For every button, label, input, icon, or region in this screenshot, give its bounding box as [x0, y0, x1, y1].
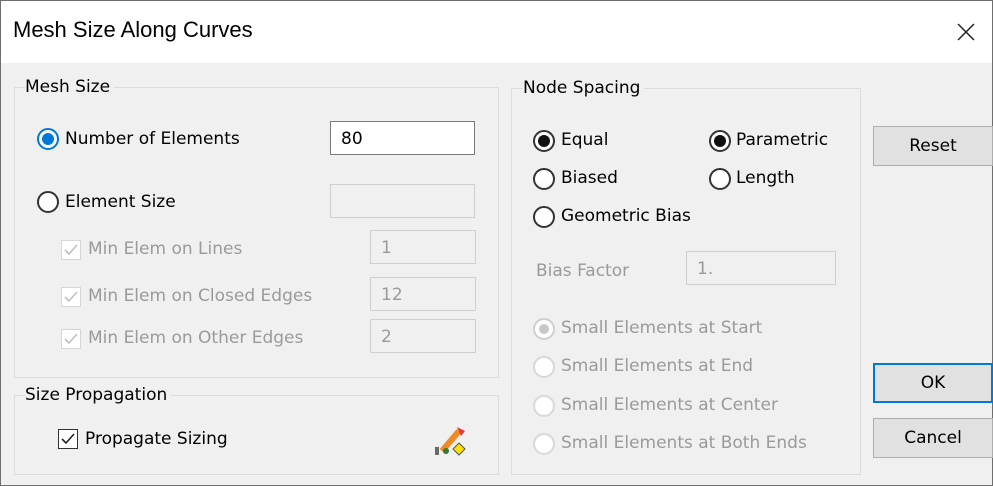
equal-radio[interactable]	[533, 130, 555, 152]
propagate-sizing-label: Propagate Sizing	[85, 429, 228, 449]
mesh-size-legend: Mesh Size	[25, 77, 115, 97]
checkmark-icon	[64, 244, 78, 256]
reset-button[interactable]: Reset	[873, 126, 993, 166]
parametric-radio[interactable]	[709, 130, 731, 152]
geometric-bias-radio[interactable]	[533, 206, 555, 228]
min-elem-closed-checkbox[interactable]	[61, 287, 81, 307]
element-size-label: Element Size	[65, 192, 176, 212]
number-of-elements-label: Number of Elements	[65, 129, 240, 149]
element-size-radio[interactable]	[37, 191, 59, 213]
checkmark-icon	[64, 333, 78, 345]
size-propagation-legend: Size Propagation	[25, 385, 172, 405]
pencil-diamond-icon	[435, 427, 466, 456]
element-size-input[interactable]	[330, 184, 475, 218]
bias-factor-label: Bias Factor	[536, 261, 630, 281]
close-button[interactable]	[940, 1, 992, 63]
min-elem-lines-checkbox[interactable]	[61, 240, 81, 260]
node-spacing-legend: Node Spacing	[523, 78, 645, 98]
dialog-title: Mesh Size Along Curves	[13, 17, 253, 42]
bias-factor-input[interactable]: 1.	[686, 251, 836, 285]
small-both-radio[interactable]	[533, 433, 555, 455]
small-end-label: Small Elements at End	[561, 356, 754, 376]
number-of-elements-input[interactable]: 80	[330, 121, 475, 155]
small-center-radio[interactable]	[533, 395, 555, 417]
min-elem-closed-input[interactable]: 12	[370, 277, 476, 311]
title-bar: Mesh Size Along Curves	[1, 1, 992, 63]
small-end-radio[interactable]	[533, 356, 555, 378]
propagation-tool-button[interactable]	[433, 421, 471, 459]
equal-label: Equal	[561, 130, 609, 150]
ok-button[interactable]: OK	[873, 363, 993, 403]
checkmark-icon	[61, 433, 75, 445]
length-radio[interactable]	[709, 168, 731, 190]
length-label: Length	[736, 168, 795, 188]
cancel-button[interactable]: Cancel	[873, 418, 993, 458]
propagate-sizing-checkbox[interactable]	[58, 429, 78, 449]
min-elem-other-checkbox[interactable]	[61, 329, 81, 349]
biased-radio[interactable]	[533, 168, 555, 190]
small-start-radio[interactable]	[533, 318, 555, 340]
geometric-bias-label: Geometric Bias	[561, 206, 691, 226]
min-elem-lines-input[interactable]: 1	[370, 230, 476, 264]
small-start-label: Small Elements at Start	[561, 318, 763, 338]
parametric-label: Parametric	[736, 130, 829, 150]
mesh-size-dialog: Mesh Size Along Curves Mesh Size Number …	[0, 0, 993, 486]
close-icon	[957, 23, 975, 41]
small-both-label: Small Elements at Both Ends	[561, 433, 807, 453]
min-elem-other-label: Min Elem on Other Edges	[88, 328, 304, 348]
small-center-label: Small Elements at Center	[561, 395, 778, 415]
min-elem-lines-label: Min Elem on Lines	[88, 239, 243, 259]
biased-label: Biased	[561, 168, 618, 188]
min-elem-closed-label: Min Elem on Closed Edges	[88, 286, 313, 306]
number-of-elements-radio[interactable]	[37, 128, 59, 150]
min-elem-other-input[interactable]: 2	[370, 319, 476, 353]
checkmark-icon	[64, 291, 78, 303]
